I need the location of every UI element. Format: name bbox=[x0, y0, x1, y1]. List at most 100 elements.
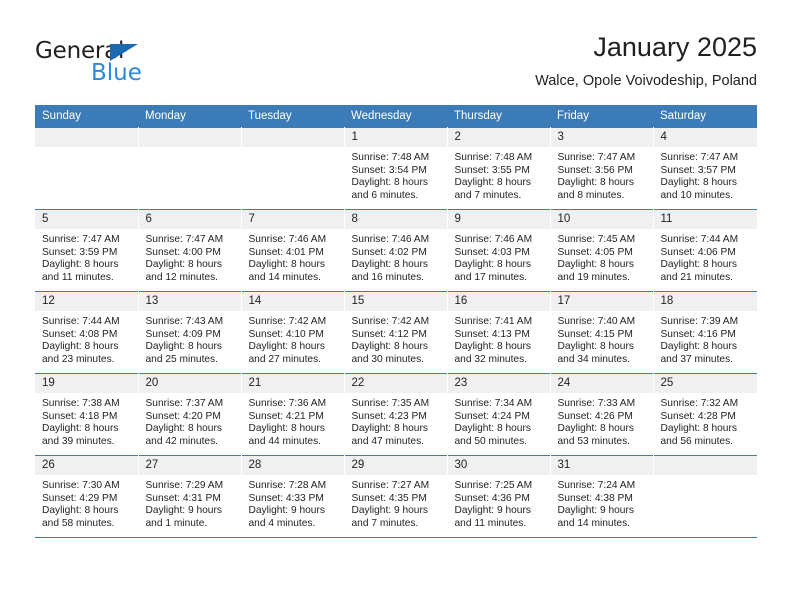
day-number: 21 bbox=[241, 374, 344, 393]
daylight-text-line2: and 25 minutes. bbox=[145, 353, 219, 365]
day-cell[interactable]: 14 Sunrise: 7:42 AM Sunset: 4:10 PM Dayl… bbox=[241, 291, 345, 374]
daylight-text-line2: and 7 minutes. bbox=[454, 189, 522, 201]
daylight-text-line2: and 50 minutes. bbox=[454, 435, 528, 447]
day-cell[interactable]: 24 Sunrise: 7:33 AM Sunset: 4:26 PM Dayl… bbox=[550, 373, 654, 456]
day-details: Sunrise: 7:46 AM Sunset: 4:03 PM Dayligh… bbox=[448, 229, 550, 284]
sunrise-text: Sunrise: 7:46 AM bbox=[248, 234, 327, 245]
day-cell[interactable]: 5 Sunrise: 7:47 AM Sunset: 3:59 PM Dayli… bbox=[35, 209, 139, 292]
sunrise-text: Sunrise: 7:43 AM bbox=[145, 316, 224, 327]
day-cell[interactable]: 12 Sunrise: 7:44 AM Sunset: 4:08 PM Dayl… bbox=[35, 291, 139, 374]
sunset-text: Sunset: 4:09 PM bbox=[145, 328, 221, 340]
day-cell[interactable]: 21 Sunrise: 7:36 AM Sunset: 4:21 PM Dayl… bbox=[241, 373, 345, 456]
day-cell[interactable]: 30 Sunrise: 7:25 AM Sunset: 4:36 PM Dayl… bbox=[447, 455, 551, 538]
sunset-text: Sunset: 3:54 PM bbox=[351, 164, 427, 176]
day-cell[interactable] bbox=[653, 455, 757, 538]
day-details: Sunrise: 7:46 AM Sunset: 4:01 PM Dayligh… bbox=[242, 229, 344, 284]
daylight-text-line2: and 53 minutes. bbox=[557, 435, 631, 447]
day-cell[interactable]: 22 Sunrise: 7:35 AM Sunset: 4:23 PM Dayl… bbox=[344, 373, 448, 456]
day-cell[interactable]: 17 Sunrise: 7:40 AM Sunset: 4:15 PM Dayl… bbox=[550, 291, 654, 374]
day-cell[interactable]: 19 Sunrise: 7:38 AM Sunset: 4:18 PM Dayl… bbox=[35, 373, 139, 456]
daylight-text-line1: Daylight: 8 hours bbox=[145, 423, 222, 435]
daylight-text-line1: Daylight: 8 hours bbox=[660, 177, 737, 189]
day-cell[interactable]: 8 Sunrise: 7:46 AM Sunset: 4:02 PM Dayli… bbox=[344, 209, 448, 292]
sunset-text: Sunset: 4:01 PM bbox=[248, 246, 324, 258]
sunrise-text: Sunrise: 7:32 AM bbox=[660, 398, 739, 409]
daylight-text-line2: and 11 minutes. bbox=[42, 271, 114, 283]
day-cell[interactable]: 26 Sunrise: 7:30 AM Sunset: 4:29 PM Dayl… bbox=[35, 455, 139, 538]
day-cell[interactable]: 31 Sunrise: 7:24 AM Sunset: 4:38 PM Dayl… bbox=[550, 455, 654, 538]
general-blue-logo[interactable]: General Blue bbox=[35, 38, 235, 90]
day-cell[interactable]: 6 Sunrise: 7:47 AM Sunset: 4:00 PM Dayli… bbox=[138, 209, 242, 292]
day-cell[interactable] bbox=[35, 127, 139, 210]
day-cell[interactable]: 25 Sunrise: 7:32 AM Sunset: 4:28 PM Dayl… bbox=[653, 373, 757, 456]
day-cell[interactable]: 27 Sunrise: 7:29 AM Sunset: 4:31 PM Dayl… bbox=[138, 455, 242, 538]
daylight-text-line1: Daylight: 8 hours bbox=[660, 423, 737, 435]
day-number: 20 bbox=[138, 374, 241, 393]
sunrise-text: Sunrise: 7:40 AM bbox=[557, 316, 636, 327]
day-details: Sunrise: 7:42 AM Sunset: 4:12 PM Dayligh… bbox=[345, 311, 447, 366]
daylight-text-line2: and 19 minutes. bbox=[557, 271, 631, 283]
week-row: 26 Sunrise: 7:30 AM Sunset: 4:29 PM Dayl… bbox=[35, 455, 757, 538]
day-number: 17 bbox=[550, 292, 653, 311]
daylight-text-line1: Daylight: 8 hours bbox=[42, 423, 119, 435]
day-details: Sunrise: 7:36 AM Sunset: 4:21 PM Dayligh… bbox=[242, 393, 344, 448]
daylight-text-line1: Daylight: 8 hours bbox=[351, 259, 428, 271]
day-number: 24 bbox=[550, 374, 653, 393]
weekday-header-tuesday: Tuesday bbox=[241, 105, 344, 128]
day-cell[interactable]: 9 Sunrise: 7:46 AM Sunset: 4:03 PM Dayli… bbox=[447, 209, 551, 292]
daylight-text-line1: Daylight: 8 hours bbox=[248, 423, 325, 435]
sunrise-text: Sunrise: 7:29 AM bbox=[145, 480, 224, 491]
week-row: 19 Sunrise: 7:38 AM Sunset: 4:18 PM Dayl… bbox=[35, 373, 757, 456]
day-cell[interactable]: 1 Sunrise: 7:48 AM Sunset: 3:54 PM Dayli… bbox=[344, 127, 448, 210]
day-cell[interactable]: 13 Sunrise: 7:43 AM Sunset: 4:09 PM Dayl… bbox=[138, 291, 242, 374]
daylight-text-line2: and 6 minutes. bbox=[351, 189, 419, 201]
day-cell[interactable] bbox=[241, 127, 345, 210]
day-cell[interactable]: 11 Sunrise: 7:44 AM Sunset: 4:06 PM Dayl… bbox=[653, 209, 757, 292]
day-details: Sunrise: 7:48 AM Sunset: 3:55 PM Dayligh… bbox=[448, 147, 550, 202]
sunrise-text: Sunrise: 7:39 AM bbox=[660, 316, 739, 327]
daylight-text-line1: Daylight: 8 hours bbox=[454, 177, 531, 189]
day-details: Sunrise: 7:37 AM Sunset: 4:20 PM Dayligh… bbox=[139, 393, 241, 448]
day-details: Sunrise: 7:47 AM Sunset: 3:59 PM Dayligh… bbox=[35, 229, 138, 284]
sunset-text: Sunset: 4:33 PM bbox=[248, 492, 324, 504]
day-cell[interactable]: 4 Sunrise: 7:47 AM Sunset: 3:57 PM Dayli… bbox=[653, 127, 757, 210]
sunrise-text: Sunrise: 7:38 AM bbox=[42, 398, 120, 409]
day-details: Sunrise: 7:34 AM Sunset: 4:24 PM Dayligh… bbox=[448, 393, 550, 448]
day-details: Sunrise: 7:45 AM Sunset: 4:05 PM Dayligh… bbox=[551, 229, 653, 284]
day-cell[interactable]: 18 Sunrise: 7:39 AM Sunset: 4:16 PM Dayl… bbox=[653, 291, 757, 374]
day-cell[interactable]: 3 Sunrise: 7:47 AM Sunset: 3:56 PM Dayli… bbox=[550, 127, 654, 210]
day-cell[interactable]: 15 Sunrise: 7:42 AM Sunset: 4:12 PM Dayl… bbox=[344, 291, 448, 374]
day-details: Sunrise: 7:42 AM Sunset: 4:10 PM Dayligh… bbox=[242, 311, 344, 366]
sunrise-text: Sunrise: 7:25 AM bbox=[454, 480, 533, 491]
day-details bbox=[35, 147, 138, 152]
day-cell[interactable]: 7 Sunrise: 7:46 AM Sunset: 4:01 PM Dayli… bbox=[241, 209, 345, 292]
logo-text-blue: Blue bbox=[91, 60, 142, 86]
daylight-text-line2: and 58 minutes. bbox=[42, 517, 115, 529]
day-cell[interactable]: 2 Sunrise: 7:48 AM Sunset: 3:55 PM Dayli… bbox=[447, 127, 551, 210]
day-cell[interactable]: 23 Sunrise: 7:34 AM Sunset: 4:24 PM Dayl… bbox=[447, 373, 551, 456]
sunrise-text: Sunrise: 7:47 AM bbox=[557, 152, 636, 163]
daylight-text-line1: Daylight: 8 hours bbox=[248, 259, 325, 271]
day-details: Sunrise: 7:46 AM Sunset: 4:02 PM Dayligh… bbox=[345, 229, 447, 284]
day-number: 31 bbox=[550, 456, 653, 475]
sunrise-text: Sunrise: 7:36 AM bbox=[248, 398, 327, 409]
day-cell[interactable]: 20 Sunrise: 7:37 AM Sunset: 4:20 PM Dayl… bbox=[138, 373, 242, 456]
sunrise-text: Sunrise: 7:42 AM bbox=[351, 316, 430, 327]
daylight-text-line1: Daylight: 9 hours bbox=[145, 505, 222, 517]
week-row: 1 Sunrise: 7:48 AM Sunset: 3:54 PM Dayli… bbox=[35, 127, 757, 210]
day-cell[interactable]: 16 Sunrise: 7:41 AM Sunset: 4:13 PM Dayl… bbox=[447, 291, 551, 374]
sunset-text: Sunset: 4:05 PM bbox=[557, 246, 633, 258]
week-row: 5 Sunrise: 7:47 AM Sunset: 3:59 PM Dayli… bbox=[35, 209, 757, 292]
day-cell[interactable]: 29 Sunrise: 7:27 AM Sunset: 4:35 PM Dayl… bbox=[344, 455, 448, 538]
daylight-text-line1: Daylight: 8 hours bbox=[660, 259, 737, 271]
day-details: Sunrise: 7:47 AM Sunset: 3:56 PM Dayligh… bbox=[551, 147, 653, 202]
day-details: Sunrise: 7:33 AM Sunset: 4:26 PM Dayligh… bbox=[551, 393, 653, 448]
day-cell[interactable] bbox=[138, 127, 242, 210]
sunrise-text: Sunrise: 7:44 AM bbox=[660, 234, 739, 245]
day-details: Sunrise: 7:41 AM Sunset: 4:13 PM Dayligh… bbox=[448, 311, 550, 366]
day-cell[interactable]: 28 Sunrise: 7:28 AM Sunset: 4:33 PM Dayl… bbox=[241, 455, 345, 538]
daylight-text-line2: and 4 minutes. bbox=[248, 517, 316, 529]
daylight-text-line1: Daylight: 8 hours bbox=[454, 423, 531, 435]
day-number: 28 bbox=[241, 456, 344, 475]
day-cell[interactable]: 10 Sunrise: 7:45 AM Sunset: 4:05 PM Dayl… bbox=[550, 209, 654, 292]
